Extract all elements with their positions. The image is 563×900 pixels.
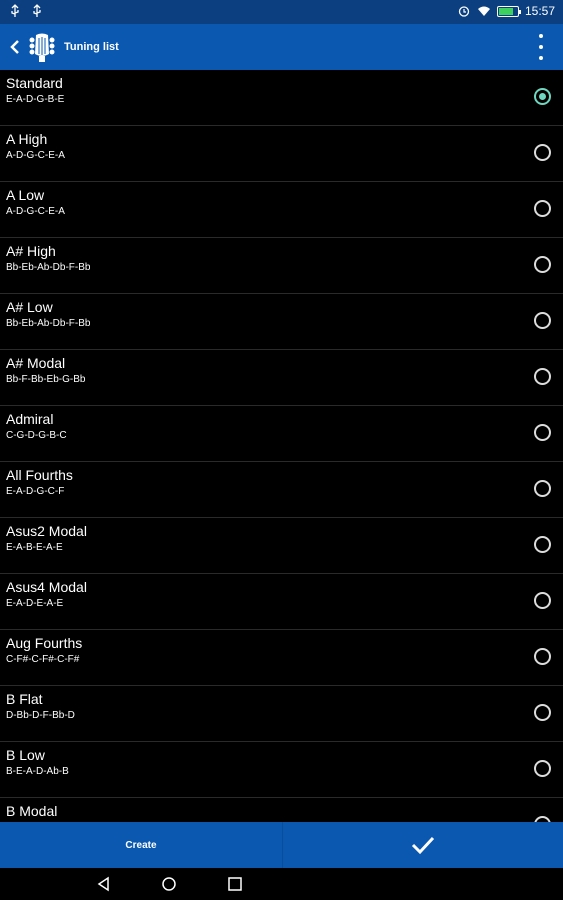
tuning-radio[interactable] <box>534 88 551 105</box>
tuning-notes: A-D-G-C-E-A <box>6 206 65 217</box>
tuning-radio[interactable] <box>534 200 551 217</box>
tuning-name: A Low <box>6 187 45 203</box>
tuning-radio[interactable] <box>534 760 551 777</box>
tuning-notes: D-Bb-D-F-Bb-D <box>6 710 75 721</box>
alarm-icon <box>458 6 470 17</box>
tuning-name: Admiral <box>6 411 54 427</box>
more-vert-icon <box>539 34 543 38</box>
tuning-notes: E-A-D-G-C-F <box>6 486 65 497</box>
bottom-action-bar: Create <box>0 822 563 868</box>
tuning-name: All Fourths <box>6 467 73 483</box>
usb-icon <box>11 4 19 17</box>
tuning-name: Asus2 Modal <box>6 523 87 539</box>
wifi-icon <box>477 6 490 16</box>
tuning-row[interactable]: B Flat D-Bb-D-F-Bb-D <box>0 686 563 742</box>
check-icon <box>411 836 435 855</box>
tuning-notes: E-A-D-E-A-E <box>6 598 64 609</box>
tuning-row[interactable]: A# Low Bb-Eb-Ab-Db-F-Bb <box>0 294 563 350</box>
tuning-name: A# High <box>6 243 56 259</box>
tuning-notes: E-A-D-G-B-E <box>6 94 65 105</box>
tuning-radio[interactable] <box>534 704 551 721</box>
tuning-notes: C-G-D-G-B-C <box>6 430 67 441</box>
tuning-radio[interactable] <box>534 536 551 553</box>
tuning-name: B Modal <box>6 803 58 819</box>
tuning-radio[interactable] <box>534 424 551 441</box>
tuning-row[interactable]: Admiral C-G-D-G-B-C <box>0 406 563 462</box>
tuning-name: A# Low <box>6 299 53 315</box>
tuning-row[interactable]: A Low A-D-G-C-E-A <box>0 182 563 238</box>
tuning-radio[interactable] <box>534 648 551 665</box>
nav-recents-icon[interactable] <box>227 876 243 892</box>
tuning-notes: Bb-F-Bb-Eb-G-Bb <box>6 374 86 385</box>
create-button[interactable]: Create <box>0 822 282 868</box>
tuning-notes: E-A-B-E-A-E <box>6 542 63 553</box>
tuning-radio[interactable] <box>534 592 551 609</box>
tuning-radio[interactable] <box>534 312 551 329</box>
tuning-row[interactable]: Asus2 Modal E-A-B-E-A-E <box>0 518 563 574</box>
tuning-row[interactable]: A High A-D-G-C-E-A <box>0 126 563 182</box>
back-button[interactable] <box>4 24 26 70</box>
tuning-radio[interactable] <box>534 144 551 161</box>
tuning-row[interactable]: Aug Fourths C-F#-C-F#-C-F# <box>0 630 563 686</box>
usb-icon <box>33 4 41 17</box>
tuning-radio[interactable] <box>534 368 551 385</box>
app-bar: Tuning list <box>0 24 563 70</box>
tuning-row[interactable]: A# Modal Bb-F-Bb-Eb-G-Bb <box>0 350 563 406</box>
tuning-row[interactable]: B Modal <box>0 798 563 822</box>
tuning-notes: Bb-Eb-Ab-Db-F-Bb <box>6 262 91 273</box>
tuning-name: B Flat <box>6 691 43 707</box>
tuning-list: Standard E-A-D-G-B-E A High A-D-G-C-E-A A Lo… <box>0 70 563 822</box>
confirm-button[interactable] <box>283 822 563 868</box>
tuning-row[interactable]: All Fourths E-A-D-G-C-F <box>0 462 563 518</box>
tuning-notes: Bb-Eb-Ab-Db-F-Bb <box>6 318 91 329</box>
tuning-notes: A-D-G-C-E-A <box>6 150 65 161</box>
tuning-notes: C-F#-C-F#-C-F# <box>6 654 80 665</box>
battery-icon <box>496 5 521 17</box>
tuning-row[interactable]: Standard E-A-D-G-B-E <box>0 70 563 126</box>
nav-back-icon[interactable] <box>96 876 112 892</box>
guitar-headstock-icon <box>29 33 55 62</box>
nav-home-icon[interactable] <box>161 876 177 892</box>
status-left-icons <box>8 4 44 18</box>
status-right-icons: 15:57 <box>457 4 555 18</box>
status-bar: 15:57 <box>0 0 563 24</box>
system-nav-bar <box>0 868 563 900</box>
tuning-row[interactable]: B Low B-E-A-D-Ab-B <box>0 742 563 798</box>
tuning-radio[interactable] <box>534 480 551 497</box>
tuning-name: A High <box>6 131 48 147</box>
tuning-name: Asus4 Modal <box>6 579 87 595</box>
tuning-row[interactable]: A# High Bb-Eb-Ab-Db-F-Bb <box>0 238 563 294</box>
status-time: 15:57 <box>524 4 555 18</box>
tuning-row[interactable]: Asus4 Modal E-A-D-E-A-E <box>0 574 563 630</box>
tuning-notes: B-E-A-D-Ab-B <box>6 766 69 777</box>
overflow-menu-button[interactable] <box>535 34 547 60</box>
chevron-left-icon <box>10 40 19 54</box>
tuning-name: Aug Fourths <box>6 635 83 651</box>
tuning-name: B Low <box>6 747 45 763</box>
tuning-radio[interactable] <box>534 256 551 273</box>
tuning-name: A# Modal <box>6 355 66 371</box>
page-title: Tuning list <box>64 41 119 53</box>
tuning-name: Standard <box>6 75 63 91</box>
